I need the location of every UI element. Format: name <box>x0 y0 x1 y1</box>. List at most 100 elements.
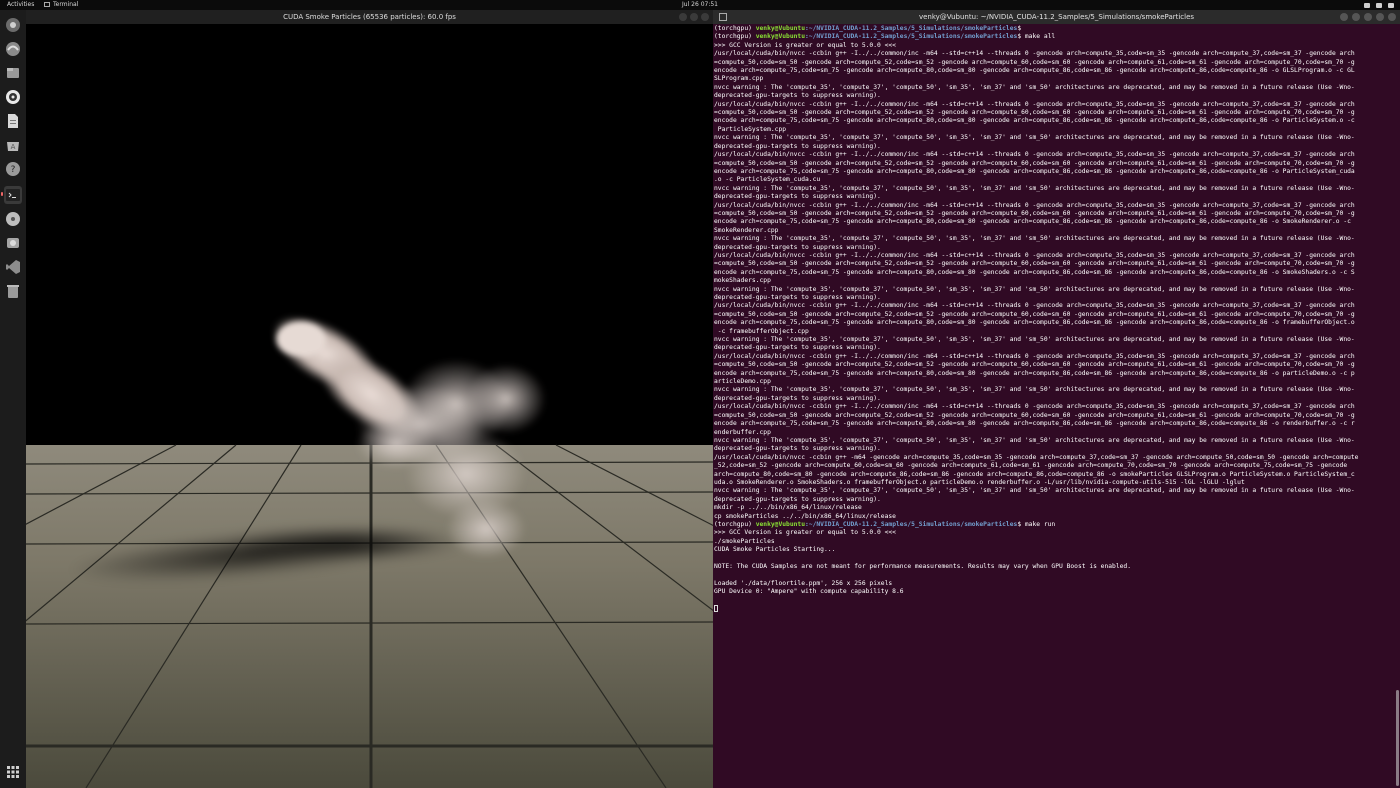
files-icon[interactable] <box>4 64 22 82</box>
prompt-command: $ make all <box>1017 33 1056 41</box>
drive-icon[interactable] <box>4 234 22 252</box>
writer-icon[interactable] <box>4 112 22 130</box>
terminal-line: nvcc warning : The 'compute_35', 'comput… <box>714 184 1355 192</box>
rhythmbox-icon[interactable] <box>4 88 22 106</box>
terminal-line: /usr/local/cuda/bin/nvcc -ccbin g++ -I..… <box>714 302 1355 310</box>
terminal-line: encode arch=compute_75,code=sm_75 -genco… <box>714 67 1355 75</box>
disc-icon[interactable] <box>4 210 22 228</box>
terminal-prompt-line: (torchgpu) venky@Vubuntu:~/NVIDIA_CUDA-1… <box>714 33 1389 41</box>
terminal-line: =compute_50,code=sm_50 -gencode arch=com… <box>714 109 1355 117</box>
smoke-particles-window[interactable]: CUDA Smoke Particles (65536 particles): … <box>26 10 713 788</box>
terminal-line: encode arch=compute_75,code=sm_75 -genco… <box>714 218 1351 226</box>
terminal-prompt-line: (torchgpu) venky@Vubuntu:~/NVIDIA_CUDA-1… <box>714 521 1389 529</box>
terminal-line: =compute_50,code=sm_50 -gencode arch=com… <box>714 260 1355 268</box>
terminal-cursor <box>714 605 718 613</box>
software-icon[interactable]: A <box>4 136 22 154</box>
terminal-line: /usr/local/cuda/bin/nvcc -ccbin g++ -I..… <box>714 403 1355 411</box>
terminal-line: deprecated-gpu-targets to suppress warni… <box>714 495 881 503</box>
terminal-line: /usr/local/cuda/bin/nvcc -ccbin g++ -I..… <box>714 251 1355 259</box>
smoke-window-titlebar[interactable]: CUDA Smoke Particles (65536 particles): … <box>26 10 713 24</box>
system-tray[interactable] <box>1364 0 1394 10</box>
prompt-env: (torchgpu) <box>714 33 756 41</box>
terminal-line: nvcc warning : The 'compute_35', 'comput… <box>714 285 1355 293</box>
prompt-user: venky@Vubuntu <box>755 25 805 32</box>
terminal-line: /usr/local/cuda/bin/nvcc -ccbin g++ -I..… <box>714 100 1355 108</box>
prompt-path: :~/NVIDIA_CUDA-11.2_Samples/5_Simulation… <box>805 25 1018 32</box>
terminal-line: nvcc warning : The 'compute_35', 'comput… <box>714 436 1355 444</box>
close-button[interactable] <box>1388 13 1396 21</box>
terminal-line: /usr/local/cuda/bin/nvcc -ccbin g++ -I..… <box>714 151 1355 159</box>
terminal-line: deprecated-gpu-targets to suppress warni… <box>714 92 881 100</box>
terminal-line: mkdir -p ../../bin/x86_64/linux/release <box>714 504 862 512</box>
terminal-line: encode arch=compute_75,code=sm_75 -genco… <box>714 420 1355 428</box>
terminal-line: =compute_50,code=sm_50 -gencode arch=com… <box>714 209 1355 217</box>
prompt-path: :~/NVIDIA_CUDA-11.2_Samples/5_Simulation… <box>805 520 1018 528</box>
terminal-window[interactable]: venky@Vubuntu: ~/NVIDIA_CUDA-11.2_Sample… <box>713 10 1400 788</box>
close-button[interactable] <box>701 13 709 21</box>
smoke-window-title: CUDA Smoke Particles (65536 particles): … <box>283 13 456 21</box>
svg-text:A: A <box>11 143 16 151</box>
terminal-line: deprecated-gpu-targets to suppress warni… <box>714 294 881 301</box>
show-apps-icon[interactable] <box>4 763 22 781</box>
minimize-button[interactable] <box>1364 13 1372 21</box>
network-icon[interactable] <box>1364 2 1370 8</box>
smoke-render-canvas[interactable] <box>26 24 713 788</box>
browser-icon[interactable] <box>4 40 22 58</box>
chrome-icon[interactable] <box>4 16 22 34</box>
terminal-line: >>> GCC Version is greater or equal to 5… <box>714 529 896 537</box>
terminal-line: encode arch=compute_75,code=sm_75 -genco… <box>714 117 1355 125</box>
terminal-line: encode arch=compute_75,code=sm_75 -genco… <box>714 167 1355 175</box>
terminal-titlebar[interactable]: venky@Vubuntu: ~/NVIDIA_CUDA-11.2_Sample… <box>713 10 1400 24</box>
terminal-line: >>> GCC Version is greater or equal to 5… <box>714 41 896 49</box>
terminal-line: deprecated-gpu-targets to suppress warni… <box>714 142 881 150</box>
trash-icon[interactable] <box>4 282 22 300</box>
terminal-line: deprecated-gpu-targets to suppress warni… <box>714 394 881 402</box>
help-icon[interactable]: ? <box>4 160 22 178</box>
terminal-line: nvcc warning : The 'compute_35', 'comput… <box>714 386 1355 394</box>
terminal-line <box>714 605 1389 614</box>
volume-icon[interactable] <box>1376 2 1382 8</box>
terminal-line: nvcc warning : The 'compute_35', 'comput… <box>714 336 1355 344</box>
new-tab-icon[interactable] <box>719 13 727 21</box>
clock[interactable]: Jul 26 07:51 <box>0 0 1400 10</box>
maximize-button[interactable] <box>690 13 698 21</box>
terminal-line: mokeShaders.cpp <box>714 277 771 285</box>
terminal-line: nvcc warning : The 'compute_35', 'comput… <box>714 487 1355 495</box>
terminal-line: =compute_50,code=sm_50 -gencode arch=com… <box>714 310 1355 318</box>
terminal-line: SLProgram.cpp <box>714 75 764 83</box>
terminal-line: .o -c ParticleSystem_cuda.cu <box>714 176 821 184</box>
vscode-icon[interactable] <box>4 258 22 276</box>
prompt-user: venky@Vubuntu <box>755 520 805 528</box>
terminal-line: /usr/local/cuda/bin/nvcc -ccbin g++ -I..… <box>714 352 1355 360</box>
terminal-output[interactable]: (torchgpu) venky@Vubuntu:~/NVIDIA_CUDA-1… <box>713 25 1389 785</box>
search-icon[interactable] <box>1340 13 1348 21</box>
terminal-line: /usr/local/cuda/bin/nvcc -ccbin g++ -I..… <box>714 201 1355 209</box>
terminal-line: /usr/local/cuda/bin/nvcc -ccbin g++ -m64… <box>714 453 1359 461</box>
terminal-line: =compute_50,code=sm_50 -gencode arch=com… <box>714 411 1355 419</box>
maximize-button[interactable] <box>1376 13 1384 21</box>
terminal-line: cp smokeParticles ../../bin/x86_64/linux… <box>714 512 896 520</box>
power-icon[interactable] <box>1388 2 1394 8</box>
terminal-line: =compute_50,code=sm_50 -gencode arch=com… <box>714 361 1355 369</box>
top-bar: Activities Terminal Jul 26 07:51 <box>0 0 1400 10</box>
terminal-line: deprecated-gpu-targets to suppress warni… <box>714 193 881 201</box>
prompt-path: :~/NVIDIA_CUDA-11.2_Samples/5_Simulation… <box>805 33 1018 41</box>
svg-text:?: ? <box>11 165 16 175</box>
terminal-line: =compute_50,code=sm_50 -gencode arch=com… <box>714 58 1355 66</box>
minimize-button[interactable] <box>679 13 687 21</box>
prompt-command: $ make run <box>1017 520 1056 528</box>
menu-icon[interactable] <box>1352 13 1360 21</box>
prompt-env: (torchgpu) <box>714 25 756 32</box>
terminal-title: venky@Vubuntu: ~/NVIDIA_CUDA-11.2_Sample… <box>918 13 1195 21</box>
terminal-line: Loaded './data/floortile.ppm', 256 x 256… <box>714 579 893 587</box>
terminal-line: nvcc warning : The 'compute_35', 'comput… <box>714 83 1355 91</box>
dock: A ? <box>0 10 27 788</box>
prompt-command: $ <box>1017 25 1025 32</box>
terminal-line: NOTE: The CUDA Samples are not meant for… <box>714 563 1132 570</box>
terminal-scrollbar[interactable] <box>1396 690 1399 786</box>
terminal-line: deprecated-gpu-targets to suppress warni… <box>714 344 881 352</box>
terminal-icon[interactable] <box>4 186 22 204</box>
